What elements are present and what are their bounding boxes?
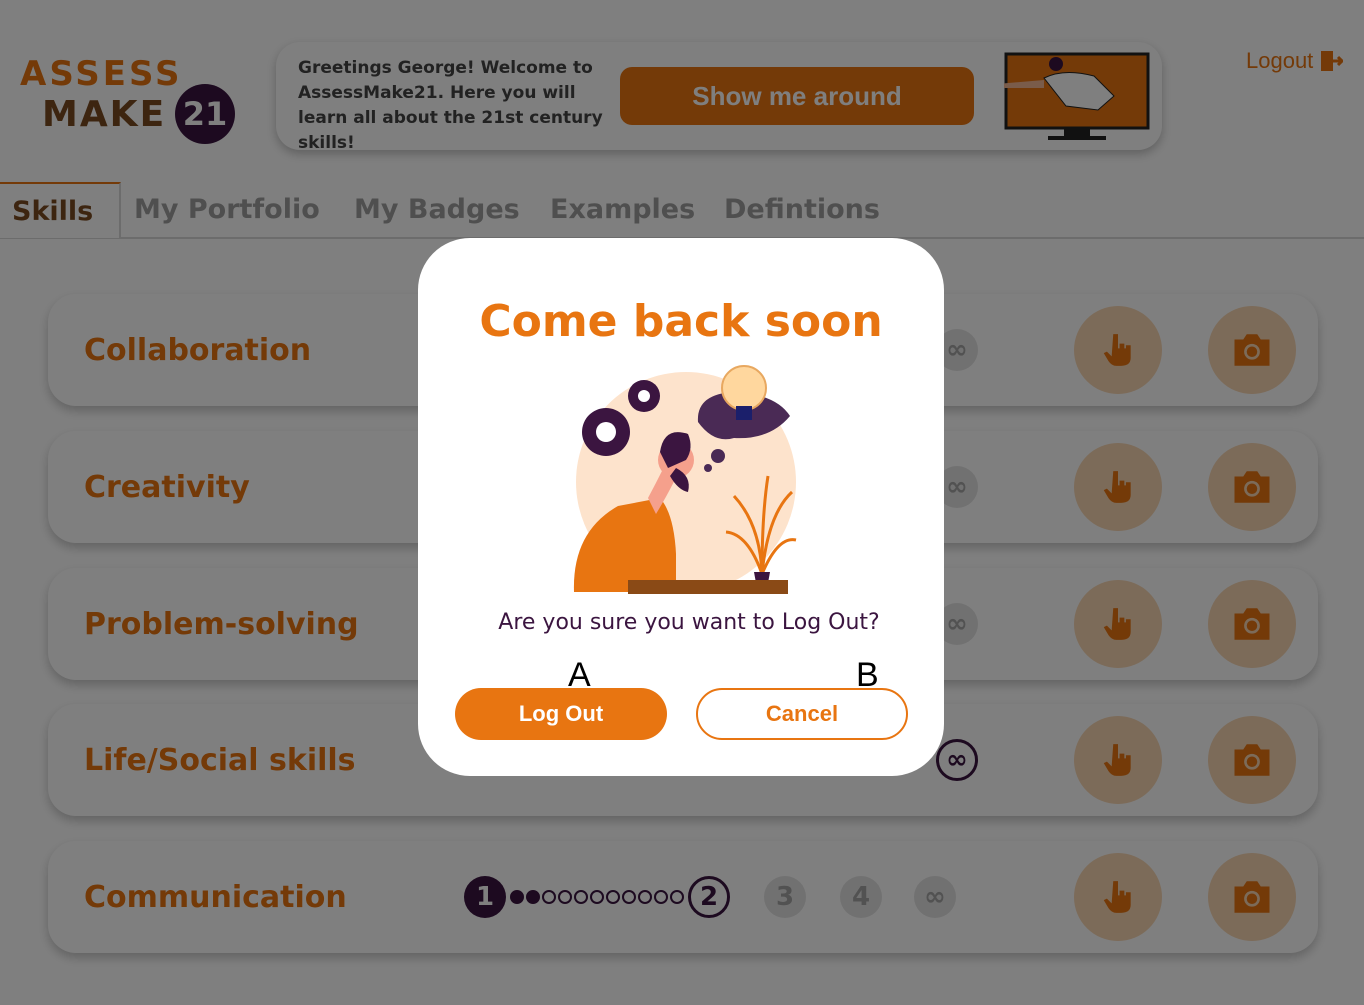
dialog-question: Are you sure you want to Log Out? (498, 610, 880, 635)
thinking-person-illustration (573, 365, 797, 594)
confirm-logout-button[interactable]: Log Out (455, 688, 667, 740)
cancel-button[interactable]: Cancel (696, 688, 908, 740)
dialog-title: Come back soon (479, 296, 883, 347)
logout-confirm-dialog: Come back soon Are you sure you want to … (418, 238, 944, 776)
